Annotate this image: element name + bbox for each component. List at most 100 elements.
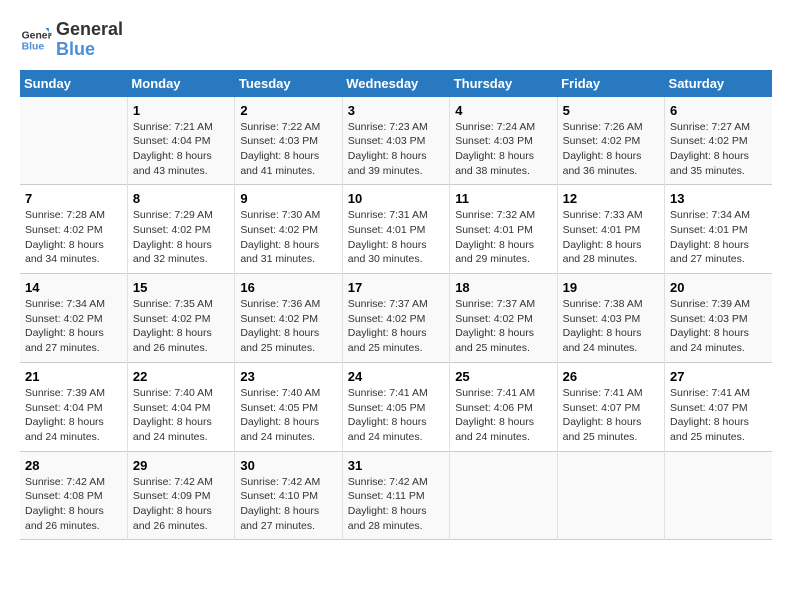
day-number: 7 [25, 191, 122, 206]
day-number: 12 [563, 191, 659, 206]
calendar-cell: 27 Sunrise: 7:41 AM Sunset: 4:07 PM Dayli… [665, 362, 772, 451]
day-number: 31 [348, 458, 444, 473]
calendar-cell: 5 Sunrise: 7:26 AM Sunset: 4:02 PM Daylig… [557, 97, 664, 185]
calendar-cell: 2Sunrise: 7:22 AM Sunset: 4:03 PM Daylig… [235, 97, 342, 185]
day-number: 18 [455, 280, 551, 295]
day-number: 16 [240, 280, 336, 295]
weekday-header-saturday: Saturday [665, 70, 772, 97]
day-number: 27 [670, 369, 767, 384]
day-info: Sunrise: 7:29 AM Sunset: 4:02 PM Dayligh… [133, 208, 229, 267]
calendar-week-row: 7 Sunrise: 7:28 AM Sunset: 4:02 PM Daylig… [20, 185, 772, 274]
calendar-cell: 22 Sunrise: 7:40 AM Sunset: 4:04 PM Dayli… [127, 362, 234, 451]
calendar-week-row: 28 Sunrise: 7:42 AM Sunset: 4:08 PM Dayli… [20, 451, 772, 540]
calendar-table: SundayMondayTuesdayWednesdayThursdayFrid… [20, 70, 772, 541]
day-number: 8 [133, 191, 229, 206]
day-number: 14 [25, 280, 122, 295]
calendar-cell [557, 451, 664, 540]
day-number: 19 [563, 280, 659, 295]
logo: General Blue GeneralBlue [20, 20, 123, 60]
day-number: 3 [348, 103, 444, 118]
day-info: Sunrise: 7:35 AM Sunset: 4:02 PM Dayligh… [133, 297, 229, 356]
calendar-cell: 31 Sunrise: 7:42 AM Sunset: 4:11 PM Dayli… [342, 451, 449, 540]
day-info: Sunrise: 7:28 AM Sunset: 4:02 PM Dayligh… [25, 208, 122, 267]
calendar-cell: 11Sunrise: 7:32 AM Sunset: 4:01 PM Dayli… [450, 185, 557, 274]
day-info: Sunrise: 7:42 AM Sunset: 4:10 PM Dayligh… [240, 475, 336, 534]
day-info: Sunrise: 7:26 AM Sunset: 4:02 PM Dayligh… [563, 120, 659, 179]
day-number: 22 [133, 369, 229, 384]
day-info: Sunrise: 7:33 AM Sunset: 4:01 PM Dayligh… [563, 208, 659, 267]
calendar-week-row: 1Sunrise: 7:21 AM Sunset: 4:04 PM Daylig… [20, 97, 772, 185]
day-info: Sunrise: 7:27 AM Sunset: 4:02 PM Dayligh… [670, 120, 767, 179]
calendar-cell: 25 Sunrise: 7:41 AM Sunset: 4:06 PM Dayli… [450, 362, 557, 451]
calendar-cell: 3 Sunrise: 7:23 AM Sunset: 4:03 PM Daylig… [342, 97, 449, 185]
day-info: Sunrise: 7:40 AM Sunset: 4:05 PM Dayligh… [240, 386, 336, 445]
calendar-cell: 16 Sunrise: 7:36 AM Sunset: 4:02 PM Dayli… [235, 274, 342, 363]
calendar-cell: 13Sunrise: 7:34 AM Sunset: 4:01 PM Dayli… [665, 185, 772, 274]
calendar-cell: 17 Sunrise: 7:37 AM Sunset: 4:02 PM Dayli… [342, 274, 449, 363]
day-info: Sunrise: 7:41 AM Sunset: 4:06 PM Dayligh… [455, 386, 551, 445]
day-info: Sunrise: 7:37 AM Sunset: 4:02 PM Dayligh… [348, 297, 444, 356]
page-header: General Blue GeneralBlue [20, 20, 772, 60]
calendar-cell: 1Sunrise: 7:21 AM Sunset: 4:04 PM Daylig… [127, 97, 234, 185]
day-number: 30 [240, 458, 336, 473]
calendar-cell [665, 451, 772, 540]
day-number: 5 [563, 103, 659, 118]
calendar-cell: 4Sunrise: 7:24 AM Sunset: 4:03 PM Daylig… [450, 97, 557, 185]
day-number: 28 [25, 458, 122, 473]
day-number: 25 [455, 369, 551, 384]
day-number: 15 [133, 280, 229, 295]
svg-text:General: General [22, 30, 52, 41]
day-number: 9 [240, 191, 336, 206]
day-info: Sunrise: 7:42 AM Sunset: 4:08 PM Dayligh… [25, 475, 122, 534]
day-number: 10 [348, 191, 444, 206]
calendar-cell [450, 451, 557, 540]
calendar-week-row: 14 Sunrise: 7:34 AM Sunset: 4:02 PM Dayli… [20, 274, 772, 363]
logo-text: GeneralBlue [56, 20, 123, 60]
day-info: Sunrise: 7:23 AM Sunset: 4:03 PM Dayligh… [348, 120, 444, 179]
calendar-cell: 19 Sunrise: 7:38 AM Sunset: 4:03 PM Dayli… [557, 274, 664, 363]
calendar-cell: 7 Sunrise: 7:28 AM Sunset: 4:02 PM Daylig… [20, 185, 127, 274]
day-info: Sunrise: 7:38 AM Sunset: 4:03 PM Dayligh… [563, 297, 659, 356]
calendar-cell: 30 Sunrise: 7:42 AM Sunset: 4:10 PM Dayli… [235, 451, 342, 540]
calendar-cell: 18Sunrise: 7:37 AM Sunset: 4:02 PM Dayli… [450, 274, 557, 363]
calendar-cell: 21Sunrise: 7:39 AM Sunset: 4:04 PM Dayli… [20, 362, 127, 451]
svg-text:Blue: Blue [22, 41, 45, 52]
day-info: Sunrise: 7:41 AM Sunset: 4:05 PM Dayligh… [348, 386, 444, 445]
calendar-cell: 12 Sunrise: 7:33 AM Sunset: 4:01 PM Dayli… [557, 185, 664, 274]
calendar-cell: 23 Sunrise: 7:40 AM Sunset: 4:05 PM Dayli… [235, 362, 342, 451]
day-info: Sunrise: 7:39 AM Sunset: 4:04 PM Dayligh… [25, 386, 122, 445]
day-number: 29 [133, 458, 229, 473]
weekday-header-sunday: Sunday [20, 70, 127, 97]
day-info: Sunrise: 7:40 AM Sunset: 4:04 PM Dayligh… [133, 386, 229, 445]
weekday-header-monday: Monday [127, 70, 234, 97]
calendar-cell: 29 Sunrise: 7:42 AM Sunset: 4:09 PM Dayli… [127, 451, 234, 540]
day-number: 11 [455, 191, 551, 206]
day-number: 4 [455, 103, 551, 118]
day-info: Sunrise: 7:39 AM Sunset: 4:03 PM Dayligh… [670, 297, 767, 356]
day-number: 2 [240, 103, 336, 118]
weekday-header-thursday: Thursday [450, 70, 557, 97]
day-info: Sunrise: 7:36 AM Sunset: 4:02 PM Dayligh… [240, 297, 336, 356]
day-info: Sunrise: 7:31 AM Sunset: 4:01 PM Dayligh… [348, 208, 444, 267]
logo-icon: General Blue [20, 24, 52, 56]
day-info: Sunrise: 7:41 AM Sunset: 4:07 PM Dayligh… [670, 386, 767, 445]
day-number: 1 [133, 103, 229, 118]
day-number: 17 [348, 280, 444, 295]
calendar-cell [20, 97, 127, 185]
day-info: Sunrise: 7:34 AM Sunset: 4:02 PM Dayligh… [25, 297, 122, 356]
weekday-header-friday: Friday [557, 70, 664, 97]
day-number: 6 [670, 103, 767, 118]
day-number: 24 [348, 369, 444, 384]
day-number: 23 [240, 369, 336, 384]
day-info: Sunrise: 7:42 AM Sunset: 4:09 PM Dayligh… [133, 475, 229, 534]
calendar-cell: 9Sunrise: 7:30 AM Sunset: 4:02 PM Daylig… [235, 185, 342, 274]
calendar-cell: 8 Sunrise: 7:29 AM Sunset: 4:02 PM Daylig… [127, 185, 234, 274]
day-number: 20 [670, 280, 767, 295]
calendar-cell: 26Sunrise: 7:41 AM Sunset: 4:07 PM Dayli… [557, 362, 664, 451]
calendar-cell: 28 Sunrise: 7:42 AM Sunset: 4:08 PM Dayli… [20, 451, 127, 540]
calendar-cell: 10 Sunrise: 7:31 AM Sunset: 4:01 PM Dayli… [342, 185, 449, 274]
weekday-header-tuesday: Tuesday [235, 70, 342, 97]
day-number: 13 [670, 191, 767, 206]
day-info: Sunrise: 7:42 AM Sunset: 4:11 PM Dayligh… [348, 475, 444, 534]
weekday-header-row: SundayMondayTuesdayWednesdayThursdayFrid… [20, 70, 772, 97]
